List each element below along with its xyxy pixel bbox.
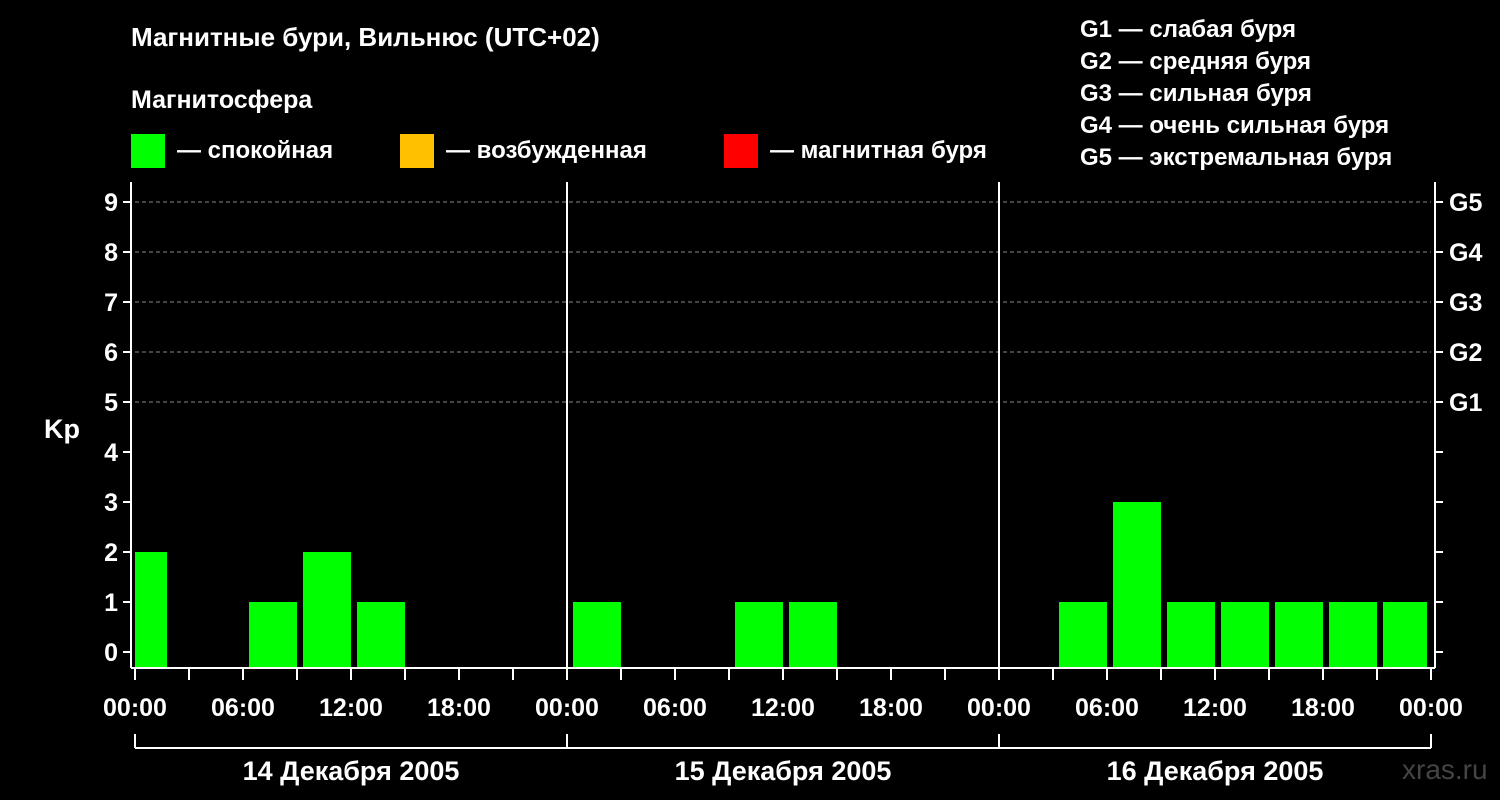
y-tick-label: 3: [104, 489, 118, 517]
y-tick-label: 5: [104, 389, 118, 417]
kp-bar: [1113, 502, 1161, 667]
g-level-label-G2: G2: [1449, 339, 1482, 367]
x-tick-label: 00:00: [1399, 694, 1463, 722]
x-tick-label: 06:00: [643, 694, 707, 722]
y-tick-label: 1: [104, 589, 118, 617]
watermark: xras.ru: [1402, 754, 1488, 785]
kp-bar: [735, 602, 783, 667]
kp-bar: [1329, 602, 1377, 667]
kp-bar: [303, 552, 351, 667]
kp-bar: [1221, 602, 1269, 667]
y-tick-label: 9: [104, 189, 118, 217]
x-tick-label: 18:00: [427, 694, 491, 722]
x-tick-label: 00:00: [103, 694, 167, 722]
y-tick-label: 4: [104, 439, 118, 467]
y-tick-label: 7: [104, 289, 118, 317]
kp-bar: [789, 602, 837, 667]
g-level-label-G5: G5: [1449, 189, 1482, 217]
kp-bar: [573, 602, 621, 667]
kp-bar: [1167, 602, 1215, 667]
x-tick-label: 12:00: [319, 694, 383, 722]
x-tick-label: 18:00: [1291, 694, 1355, 722]
kp-bar: [135, 552, 167, 667]
g-level-label-G3: G3: [1449, 289, 1482, 317]
x-tick-label: 00:00: [535, 694, 599, 722]
kp-bar: [249, 602, 297, 667]
day-label: 14 Декабря 2005: [243, 756, 460, 786]
x-tick-label: 12:00: [751, 694, 815, 722]
kp-bar: [1275, 602, 1323, 667]
kp-bar: [1383, 602, 1427, 667]
y-tick-label: 0: [104, 639, 118, 667]
y-axis-label: Kp: [44, 414, 80, 444]
kp-bar: [1059, 602, 1107, 667]
x-tick-label: 12:00: [1183, 694, 1247, 722]
day-label: 16 Декабря 2005: [1107, 756, 1324, 786]
x-tick-label: 06:00: [211, 694, 275, 722]
y-tick-label: 2: [104, 539, 118, 567]
y-tick-label: 6: [104, 339, 118, 367]
x-tick-label: 00:00: [967, 694, 1031, 722]
kp-bar: [357, 602, 405, 667]
kp-chart: 0 1 2 3 4 5 6 7 8 9 G1 G2 G3 G4 G5 Kp 00:00 06:00 12:00 18:…: [44, 182, 1482, 786]
x-tick-label: 06:00: [1075, 694, 1139, 722]
g-level-label-G4: G4: [1449, 239, 1482, 267]
y-tick-label: 8: [104, 239, 118, 267]
g-level-label-G1: G1: [1449, 389, 1482, 417]
x-tick-label: 18:00: [859, 694, 923, 722]
day-label: 15 Декабря 2005: [675, 756, 892, 786]
